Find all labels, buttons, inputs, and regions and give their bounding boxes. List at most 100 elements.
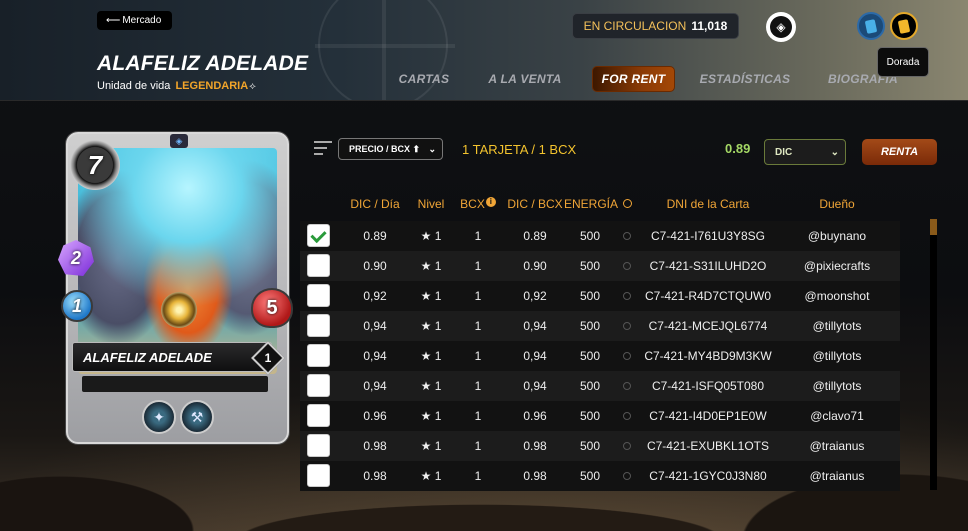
sort-select[interactable]: PRECIO / BCX ⬆ ⌄ <box>338 138 443 160</box>
arrow-left-icon: ⟵ <box>106 15 121 26</box>
circulation-badge: EN CIRCULACION 11,018 <box>572 13 739 39</box>
energy-cell: 500 <box>579 229 601 243</box>
col-card-id: DNI de la Carta <box>666 197 750 211</box>
table-row[interactable]: 0,92 ★ 1 1 0,92 500 C7-421-R4D7CTQUW0 @moonsho… <box>300 281 900 311</box>
card-id-cell: C7-421-I4D0EP1E0W <box>649 409 767 423</box>
table-row[interactable]: 0.98 ★ 1 1 0.98 500 C7-421-EXUBKL1OTS @traianu… <box>300 431 900 461</box>
card-subtitle: Unidad de vida LEGENDARIA ⟡ <box>97 80 256 92</box>
energy-cell: 500 <box>579 349 601 363</box>
edition-logo-icon: ◈ <box>766 12 796 42</box>
row-checkbox[interactable] <box>307 464 330 487</box>
price-day-cell: 0.90 <box>363 259 387 273</box>
col-level[interactable]: Nivel <box>412 197 450 211</box>
price-bcx-cell: 0.90 <box>523 259 547 273</box>
owner-cell: @traianus <box>809 439 865 453</box>
chevron-down-icon: ⌄ <box>428 143 436 154</box>
price-day-cell: 0,94 <box>363 349 387 363</box>
card-id-cell: C7-421-MCEJQL6774 <box>648 319 768 333</box>
currency-label: DIC <box>775 146 793 158</box>
rent-button[interactable]: RENTA <box>862 139 937 165</box>
price-day-cell: 0.89 <box>363 229 387 243</box>
gold-foil-tooltip: Dorada <box>877 47 929 77</box>
table-row[interactable]: 0.96 ★ 1 1 0.96 500 C7-421-I4D0EP1E0W @clavo71 <box>300 401 900 431</box>
clock-icon <box>623 352 631 360</box>
tab-a-la-venta[interactable]: A LA VENTA <box>478 66 572 92</box>
row-checkbox[interactable] <box>307 314 330 337</box>
clock-icon <box>623 412 631 420</box>
clock-icon <box>623 382 631 390</box>
col-clock <box>620 197 634 211</box>
level-cell: ★ 1 <box>420 229 442 243</box>
energy-cell: 500 <box>579 289 601 303</box>
card-id-cell: C7-421-S31ILUHD2O <box>649 259 767 273</box>
gold-foil-button[interactable] <box>890 12 918 40</box>
info-icon: i <box>485 197 496 207</box>
price-bcx-cell: 0.98 <box>523 469 547 483</box>
health-stat: 5 <box>251 288 293 328</box>
bcx-cell: 1 <box>474 259 482 273</box>
owner-cell: @tillytots <box>812 349 862 363</box>
owner-cell: @tillytots <box>812 379 862 393</box>
bcx-cell: 1 <box>474 229 482 243</box>
owner-cell: @pixiecrafts <box>803 259 871 273</box>
bcx-cell: 1 <box>474 379 482 393</box>
price-bcx-cell: 0,94 <box>523 379 547 393</box>
circulation-label: EN CIRCULACION <box>583 19 687 33</box>
row-checkbox[interactable] <box>307 284 330 307</box>
row-checkbox[interactable] <box>307 344 330 367</box>
card-id-cell: C7-421-ISFQ05T080 <box>651 379 765 393</box>
energy-cell: 500 <box>579 469 601 483</box>
row-checkbox[interactable] <box>307 374 330 397</box>
col-bcx[interactable]: BCX i <box>458 197 498 211</box>
energy-cell: 500 <box>579 259 601 273</box>
clock-icon <box>623 232 631 240</box>
wings-icon[interactable]: ✦ <box>142 400 176 434</box>
row-checkbox[interactable] <box>307 224 330 247</box>
row-checkbox[interactable] <box>307 404 330 427</box>
level-cell: ★ 1 <box>420 439 442 453</box>
hammer-icon[interactable]: ⚒ <box>180 400 214 434</box>
edition-gem-icon: ◈ <box>170 134 188 148</box>
bcx-cell: 1 <box>474 409 482 423</box>
scrollbar[interactable] <box>930 219 937 490</box>
back-to-market-button[interactable]: ⟵ Mercado <box>97 11 173 30</box>
bcx-cell: 1 <box>474 469 482 483</box>
table-row[interactable]: 0.90 ★ 1 1 0.90 500 C7-421-S31ILUHD2O @pixiecr… <box>300 251 900 281</box>
price-day-cell: 0.98 <box>363 469 387 483</box>
level-cell: ★ 1 <box>420 469 442 483</box>
card-description <box>82 376 268 392</box>
table-header: DIC / Día Nivel BCX i DIC / BCX ENERGÍA D… <box>300 197 900 213</box>
scrollbar-thumb[interactable] <box>930 219 937 235</box>
energy-cell: 500 <box>579 439 601 453</box>
card-image: ◈ 7 2 1 5 ALAFELIZ ADELADE 1 ✦ ⚒ <box>58 132 293 444</box>
table-row[interactable]: 0,94 ★ 1 1 0,94 500 C7-421-MCEJQL6774 @tillyto… <box>300 311 900 341</box>
tab-for-rent[interactable]: FOR RENT <box>592 66 675 92</box>
regular-foil-button[interactable] <box>857 12 885 40</box>
tab-estadisticas[interactable]: ESTADÍSTICAS <box>693 66 797 92</box>
row-checkbox[interactable] <box>307 254 330 277</box>
col-price-bcx[interactable]: DIC / BCX <box>506 197 564 211</box>
owner-cell: @traianus <box>809 469 865 483</box>
unit-type: Unidad de vida <box>97 80 171 92</box>
clock-icon <box>623 322 631 330</box>
table-row[interactable]: 0,94 ★ 1 1 0,94 500 C7-421-MY4BD9M3KW @tillyto… <box>300 341 900 371</box>
table-row[interactable]: 0,94 ★ 1 1 0,94 500 C7-421-ISFQ05T080 @tillyto… <box>300 371 900 401</box>
col-energy[interactable]: ENERGÍA <box>564 197 618 211</box>
currency-select[interactable]: DIC ⌄ <box>764 139 846 165</box>
tab-cartas[interactable]: CARTAS <box>386 66 462 92</box>
table-row[interactable]: 0.89 ★ 1 1 0.89 500 C7-421-I761U3Y8SG @buynano <box>300 221 900 251</box>
row-checkbox[interactable] <box>307 434 330 457</box>
price-day-cell: 0,94 <box>363 379 387 393</box>
col-price-day[interactable]: DIC / Día <box>348 197 402 211</box>
owner-cell: @tillytots <box>812 319 862 333</box>
clock-icon <box>623 442 631 450</box>
price-bcx-cell: 0,94 <box>523 349 547 363</box>
card-icon <box>897 18 911 34</box>
price-day-cell: 0,94 <box>363 319 387 333</box>
card-id-cell: C7-421-I761U3Y8SG <box>650 229 766 243</box>
price-bcx-cell: 0,94 <box>523 319 547 333</box>
filter-icon[interactable] <box>314 141 332 157</box>
clock-icon <box>623 292 631 300</box>
table-row[interactable]: 0.98 ★ 1 1 0.98 500 C7-421-1GYC0J3N80 @traianu… <box>300 461 900 491</box>
selected-price: 0.89 <box>725 141 751 156</box>
